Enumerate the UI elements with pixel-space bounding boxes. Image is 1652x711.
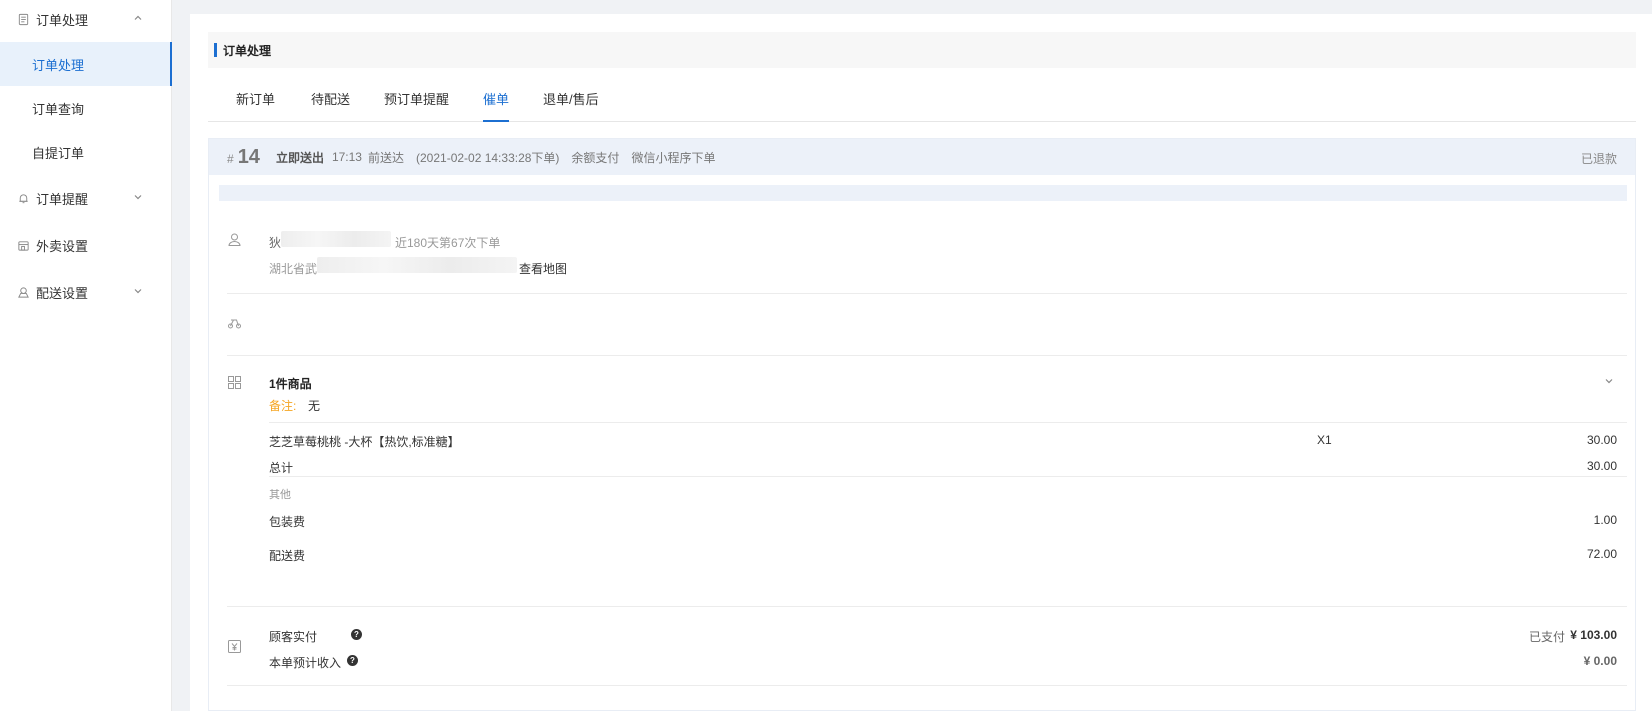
user-icon <box>227 232 243 248</box>
yen-icon <box>227 639 243 655</box>
delivery-time-suffix: 前送达 <box>367 150 404 165</box>
menu-group-order-reminder[interactable]: 订单提醒 <box>0 181 172 215</box>
items-count: 1件商品 <box>269 377 312 391</box>
menu-group-order-processing[interactable]: 订单处理 <box>0 2 172 36</box>
blurred-address <box>317 257 517 273</box>
delivery-fee-value: 72.00 <box>1586 547 1617 561</box>
sidebar-item-label: 订单处理 <box>32 57 85 73</box>
blurred-customer-name <box>281 231 391 247</box>
menu-group-label: 订单处理 <box>36 12 89 28</box>
sidebar-item-label: 订单查询 <box>32 101 85 117</box>
bell-icon <box>16 191 30 205</box>
help-icon[interactable]: ? <box>351 627 362 641</box>
chevron-down-icon <box>132 285 144 297</box>
packaging-fee-label: 包装费 <box>269 515 306 529</box>
order-card: # 14 立即送出 17:13 前送达 (2021-02-02 14:33:28… <box>208 138 1636 711</box>
chevron-down-icon[interactable] <box>1603 375 1617 389</box>
delivery-icon <box>16 285 30 299</box>
tab-pending-delivery[interactable]: 待配送 <box>311 90 350 122</box>
order-tabs: 新订单 待配送 预订单提醒 催单 退单/售后 <box>208 90 1636 122</box>
divider <box>227 293 1627 294</box>
page-header: 订单处理 <box>208 32 1636 68</box>
divider <box>227 355 1627 356</box>
grid-icon <box>227 375 243 391</box>
order-status: 已退款 <box>1580 152 1617 166</box>
sidebar-item-label: 自提订单 <box>32 145 85 161</box>
item-price: 30.00 <box>1586 433 1617 447</box>
sidebar: 订单处理 订单处理 订单查询 自提订单 订单提醒 外卖设置 配送设置 <box>0 0 172 711</box>
divider <box>269 422 1627 423</box>
total-label: 总计 <box>269 461 294 475</box>
item-name: 芝芝草莓桃桃 -大杯【热饮,标准糖】 <box>269 435 460 449</box>
page-title: 订单处理 <box>223 43 272 58</box>
order-hash: # <box>227 152 234 166</box>
view-map-link[interactable]: 查看地图 <box>519 260 567 277</box>
menu-group-label: 订单提醒 <box>36 191 89 207</box>
chevron-up-icon <box>132 12 144 24</box>
customer-paid-label: 顾客实付 <box>269 630 318 644</box>
tab-refund-aftersale[interactable]: 退单/售后 <box>543 90 599 122</box>
store-icon <box>16 238 30 252</box>
chevron-down-icon <box>132 191 144 203</box>
divider <box>227 606 1627 607</box>
tab-preorder-reminder[interactable]: 预订单提醒 <box>384 90 449 122</box>
header-accent-bar <box>214 43 217 57</box>
order-placed-at: (2021-02-02 14:33:28下单) <box>416 150 560 165</box>
document-icon <box>16 12 30 26</box>
paid-status: 已支付 <box>1528 630 1565 644</box>
customer-name: 狄 <box>269 236 282 250</box>
order-card-header: # 14 立即送出 17:13 前送达 (2021-02-02 14:33:28… <box>209 139 1635 175</box>
expected-income-label: 本单预计收入 <box>269 656 342 670</box>
payment-method: 余额支付 <box>571 150 620 165</box>
tab-new-orders[interactable]: 新订单 <box>236 90 275 122</box>
total-value: 30.00 <box>1586 459 1617 473</box>
menu-group-delivery-config[interactable]: 配送设置 <box>0 275 172 309</box>
delivery-time: 17:13 <box>331 150 362 164</box>
paid-amount: ¥ 103.00 <box>1570 628 1617 642</box>
sidebar-item-pickup-orders[interactable]: 自提订单 <box>0 130 172 174</box>
sidebar-item-order-query[interactable]: 订单查询 <box>0 86 172 130</box>
scooter-icon <box>227 315 243 331</box>
help-icon[interactable]: ? <box>347 653 358 667</box>
expected-income-amount: ¥ 0.00 <box>1583 654 1617 668</box>
other-label: 其他 <box>269 489 291 501</box>
note-label: 备注: <box>269 399 297 413</box>
sidebar-item-order-processing[interactable]: 订单处理 <box>0 42 172 86</box>
customer-address: 湖北省武 <box>269 262 318 276</box>
menu-group-label: 外卖设置 <box>36 238 89 254</box>
tab-urge-orders[interactable]: 催单 <box>483 90 510 122</box>
menu-group-label: 配送设置 <box>36 285 89 301</box>
divider <box>269 476 1627 477</box>
note-value: 无 <box>308 399 321 413</box>
main-content: 订单处理 新订单 待配送 预订单提醒 催单 退单/售后 # 14 立即送出 17… <box>190 14 1652 711</box>
order-channel: 微信小程序下单 <box>631 150 716 165</box>
menu-group-delivery-settings-shop[interactable]: 外卖设置 <box>0 228 172 262</box>
delivery-mode: 立即送出 <box>275 150 324 165</box>
order-number: 14 <box>237 145 260 168</box>
delivery-fee-label: 配送费 <box>269 549 306 563</box>
divider <box>227 685 1627 686</box>
packaging-fee-value: 1.00 <box>1593 513 1617 527</box>
header-stripe <box>219 185 1627 201</box>
customer-order-count: 近180天第67次下单 <box>395 236 501 250</box>
item-quantity: X1 <box>1317 433 1332 447</box>
